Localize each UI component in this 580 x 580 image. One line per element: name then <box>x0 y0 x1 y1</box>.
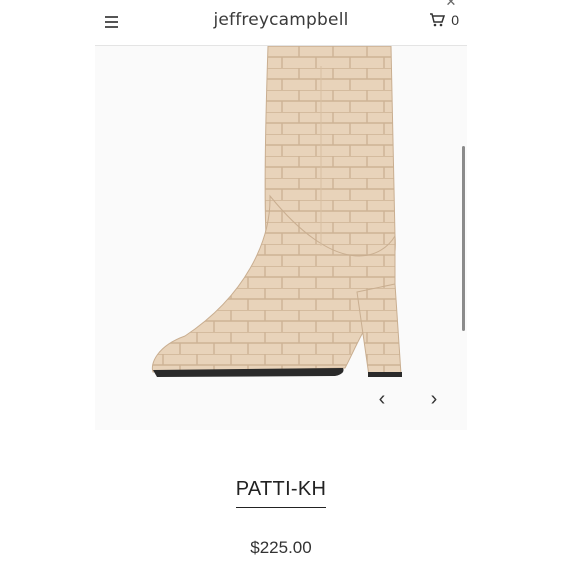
brand-logo[interactable]: jeffreycampbell <box>95 10 467 30</box>
chevron-left-icon[interactable]: ‹ <box>371 388 393 410</box>
chevron-right-icon[interactable]: › <box>423 388 445 410</box>
product-image[interactable] <box>95 46 467 430</box>
product-page: jeffreycampbell 0 ✕ ‹ › PATTI-KH $225.00 <box>95 0 467 580</box>
site-header: jeffreycampbell 0 ✕ <box>95 0 467 46</box>
scrollbar[interactable] <box>462 146 465 331</box>
cart-icon <box>430 13 446 27</box>
cart-count: 0 <box>451 12 459 28</box>
product-title: PATTI-KH <box>235 478 327 508</box>
cart-button[interactable]: 0 <box>429 12 459 28</box>
product-price: $225.00 <box>250 538 312 557</box>
product-title-wrap: PATTI-KH <box>95 478 467 508</box>
boot-image <box>151 46 402 377</box>
close-icon[interactable]: ✕ <box>443 0 459 10</box>
